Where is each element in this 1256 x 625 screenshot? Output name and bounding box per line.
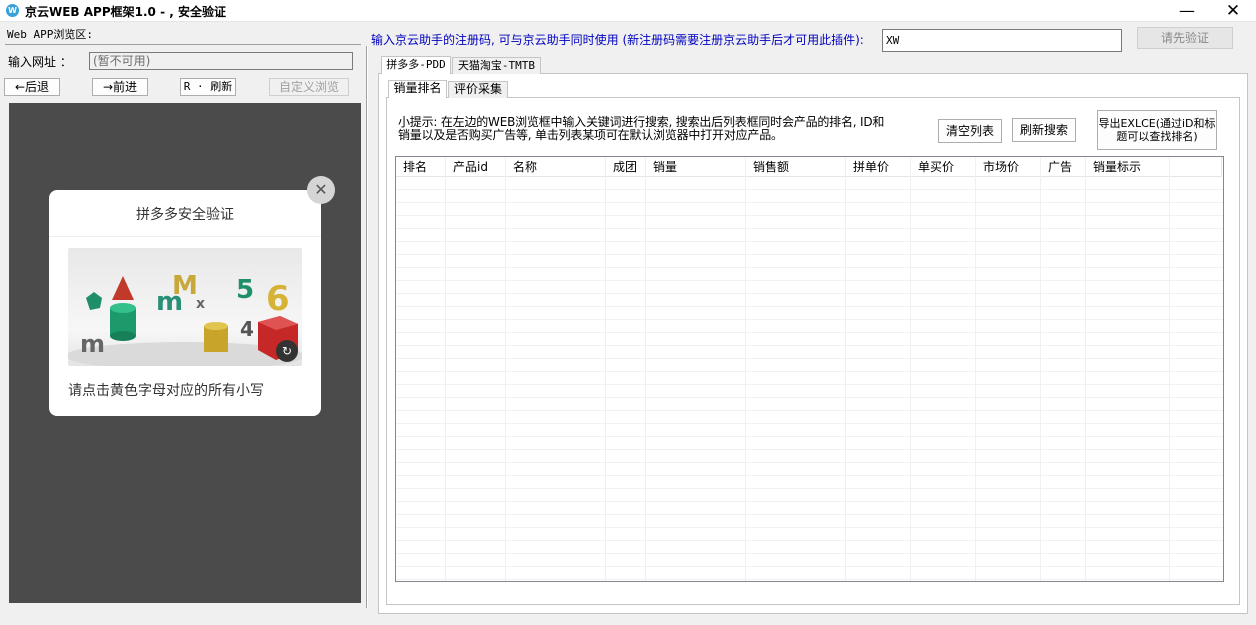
column-header[interactable]: 销售额: [746, 157, 846, 177]
column-divider: [605, 157, 606, 581]
table-header: 排名 产品id 名称 成团 销量 销售额 拼单价 单买价 市场价 广告 销量标示: [396, 157, 1222, 177]
column-header[interactable]: 成团: [606, 157, 646, 177]
column-header-filler: [1170, 157, 1222, 177]
url-input[interactable]: (暂不可用): [89, 52, 353, 70]
captcha-shapes: m M x 5 6 m 4: [68, 271, 302, 366]
column-header[interactable]: 销量标示: [1086, 157, 1170, 177]
captcha-reload-icon[interactable]: ↻: [276, 340, 298, 362]
column-header[interactable]: 广告: [1041, 157, 1086, 177]
export-excel-button[interactable]: 导出EXLCE(通过iD和标题可以查找排名): [1097, 110, 1217, 150]
results-table[interactable]: 排名 产品id 名称 成团 销量 销售额 拼单价 单买价 市场价 广告 销量标示: [395, 156, 1224, 582]
column-divider: [1085, 157, 1086, 581]
refresh-search-button[interactable]: 刷新搜索: [1012, 118, 1076, 142]
globe-app-icon: W: [6, 4, 19, 17]
captcha-image[interactable]: m M x 5 6 m 4 ↻: [68, 248, 302, 366]
column-divider: [445, 157, 446, 581]
column-header[interactable]: 排名: [396, 157, 446, 177]
svg-text:5: 5: [236, 275, 254, 305]
window-title: 京云WEB APP框架1.0 - , 安全验证: [25, 5, 226, 19]
url-label: 输入网址 ：: [8, 55, 72, 69]
column-divider: [1040, 157, 1041, 581]
minimize-button[interactable]: —: [1164, 0, 1210, 22]
clear-list-button[interactable]: 清空列表: [938, 119, 1002, 143]
browse-area-label: Web APP浏览区:: [7, 28, 93, 41]
tab-sales-rank[interactable]: 销量排名: [388, 80, 447, 98]
tab-review-collect[interactable]: 评价采集: [448, 81, 508, 98]
column-header[interactable]: 拼单价: [846, 157, 911, 177]
registration-code-input[interactable]: XW: [882, 29, 1122, 52]
close-window-button[interactable]: ✕: [1210, 0, 1256, 22]
captcha-instruction: 请点击黄色字母对应的所有小写: [68, 383, 264, 399]
svg-text:6: 6: [266, 279, 290, 319]
svg-text:x: x: [196, 296, 205, 312]
forward-button[interactable]: →前进: [92, 78, 148, 96]
svg-text:m: m: [80, 330, 105, 358]
tip-text: 小提示: 在左边的WEB浏览框中输入关键词进行搜索, 搜索出后列表框同时会产品的…: [398, 115, 885, 142]
verify-button[interactable]: 请先验证: [1137, 27, 1233, 49]
back-button[interactable]: ←后退: [4, 78, 60, 96]
divider: [5, 44, 361, 45]
web-browser-view[interactable]: 拼多多安全验证 m M x 5 6 m 4 ↻ 请点击黄色字母对应的所有小写 ✕: [9, 103, 361, 603]
column-header[interactable]: 单买价: [911, 157, 976, 177]
table-body: [396, 177, 1223, 581]
column-header[interactable]: 名称: [506, 157, 606, 177]
column-divider: [505, 157, 506, 581]
column-divider: [975, 157, 976, 581]
column-divider: [645, 157, 646, 581]
svg-text:4: 4: [240, 317, 254, 341]
column-header[interactable]: 市场价: [976, 157, 1041, 177]
tab-tmtb[interactable]: 天猫淘宝-TMTB: [452, 57, 541, 74]
column-divider: [910, 157, 911, 581]
column-divider: [1169, 157, 1170, 581]
captcha-divider: [49, 236, 321, 237]
column-divider: [745, 157, 746, 581]
panel-splitter[interactable]: [366, 46, 368, 608]
title-bar: W 京云WEB APP框架1.0 - , 安全验证 — ✕: [0, 0, 1256, 22]
svg-text:M: M: [172, 271, 198, 301]
column-divider: [845, 157, 846, 581]
column-header[interactable]: 产品id: [446, 157, 506, 177]
refresh-button[interactable]: R · 刷新: [180, 78, 236, 96]
custom-browse-button[interactable]: 自定义浏览: [269, 78, 349, 96]
captcha-close-icon[interactable]: ✕: [307, 176, 335, 204]
column-header[interactable]: 销量: [646, 157, 746, 177]
registration-code-label: 输入京云助手的注册码, 可与京云助手同时使用 (新注册码需要注册京云助手后才可用…: [371, 33, 864, 47]
tab-pdd[interactable]: 拼多多-PDD: [381, 56, 451, 74]
captcha-title: 拼多多安全验证: [136, 207, 234, 223]
captcha-dialog: 拼多多安全验证 m M x 5 6 m 4 ↻ 请点击黄色字母对应的所有小写: [49, 190, 321, 416]
